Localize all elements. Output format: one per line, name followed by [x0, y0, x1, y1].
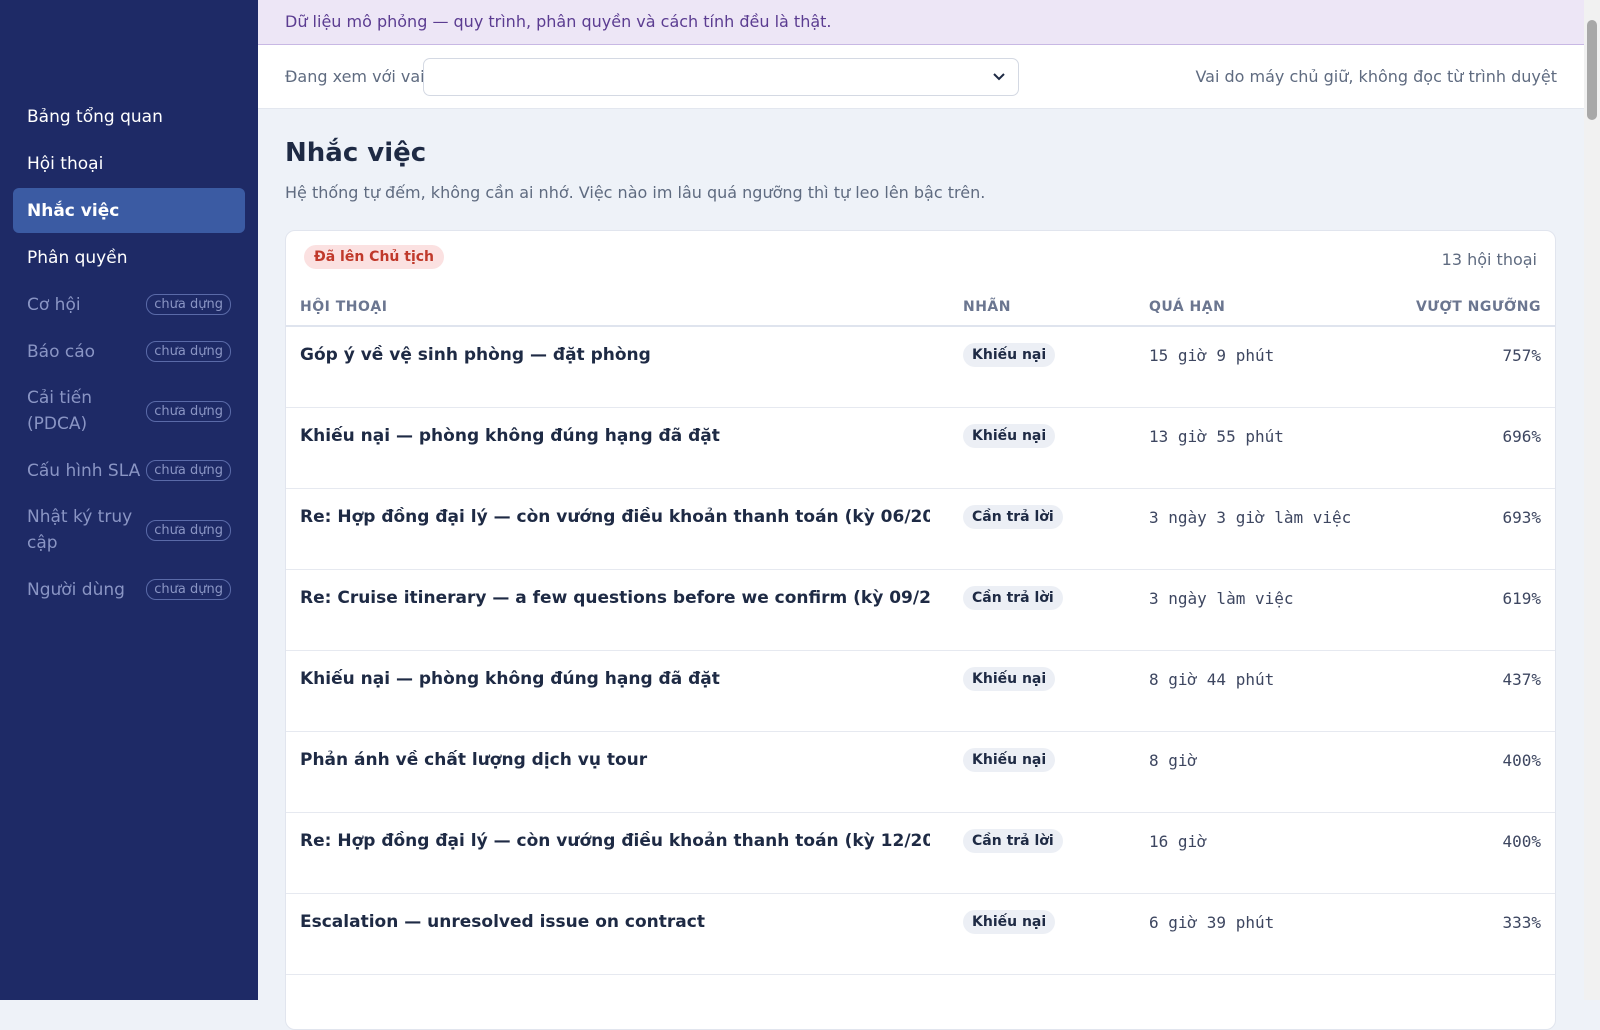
not-built-badge: chưa dựng: [146, 579, 231, 600]
page-title: Nhắc việc: [285, 138, 427, 168]
row-overdue: 3 ngày làm việc: [1149, 589, 1294, 608]
not-built-badge: chưa dựng: [146, 294, 231, 315]
row-exceed: 400%: [1502, 751, 1541, 770]
sidebar-item-reminders[interactable]: Nhắc việc: [13, 188, 245, 233]
row-title: Re: Hợp đồng đại lý — còn vướng điều kho…: [300, 831, 930, 851]
banner-text: Dữ liệu mô phỏng — quy trình, phân quyền…: [285, 12, 832, 31]
escalation-badge: Đã lên Chủ tịch: [304, 245, 445, 269]
table-row[interactable]: Escalation — unresolved issue on contrac…: [286, 894, 1555, 975]
sidebar-item-conversations[interactable]: Hội thoại: [13, 141, 245, 186]
not-built-badge: chưa dựng: [146, 400, 231, 422]
row-tag: Cần trả lời: [963, 829, 1063, 853]
row-title: Escalation — unresolved issue on contrac…: [300, 912, 705, 932]
row-title: Phản ánh về chất lượng dịch vụ tour: [300, 750, 648, 770]
sidebar-item-pdca[interactable]: Cải tiến (PDCA) chưa dựng: [13, 376, 245, 446]
table-row[interactable]: Phản ánh về chất lượng dịch vụ tour Khiế…: [286, 732, 1555, 813]
sidebar-item-label: Bảng tổng quan: [27, 106, 163, 127]
row-overdue: 13 giờ 55 phút: [1149, 427, 1284, 446]
row-exceed: 400%: [1502, 832, 1541, 851]
table-row[interactable]: Khiếu nại — phòng không đúng hạng đã đặt…: [286, 651, 1555, 732]
conversation-count: 13 hội thoại: [1441, 250, 1537, 269]
sidebar-item-label: Cải tiến (PDCA): [27, 388, 93, 434]
row-tag: Khiếu nại: [963, 748, 1056, 772]
row-exceed: 757%: [1502, 346, 1541, 365]
column-header-conversation: HỘI THOẠI: [300, 299, 388, 315]
row-tag: Cần trả lời: [963, 586, 1063, 610]
row-exceed: 693%: [1502, 508, 1541, 527]
row-overdue: 8 giờ: [1149, 751, 1198, 770]
sidebar-item-opportunities[interactable]: Cơ hội chưa dựng: [13, 282, 245, 327]
sidebar-item-label: Cấu hình SLA: [27, 460, 141, 481]
row-tag: Khiếu nại: [963, 910, 1056, 934]
sidebar-item-label: Nhắc việc: [27, 200, 120, 221]
role-bar: Đang xem với vai Vai do máy chủ giữ, khô…: [258, 45, 1584, 109]
sidebar-item-label: Cơ hội: [27, 294, 81, 315]
sidebar-item-access-log[interactable]: Nhật ký truy cập chưa dựng: [13, 495, 245, 565]
row-exceed: 619%: [1502, 589, 1541, 608]
row-tag: Khiếu nại: [963, 667, 1056, 691]
role-select[interactable]: [423, 58, 1019, 96]
sidebar-nav: Bảng tổng quan Hội thoại Nhắc việc Phân …: [13, 94, 245, 614]
row-tag: Khiếu nại: [963, 424, 1056, 448]
table-row[interactable]: Khiếu nại — phòng không đúng hạng đã đặt…: [286, 408, 1555, 489]
chevron-down-icon: [993, 73, 1005, 81]
not-built-badge: chưa dựng: [146, 460, 231, 481]
row-overdue: 16 giờ: [1149, 832, 1207, 851]
row-title: Góp ý về vệ sinh phòng — đặt phòng: [300, 345, 651, 365]
sidebar-item-users[interactable]: Người dùng chưa dựng: [13, 567, 245, 612]
row-title: Re: Hợp đồng đại lý — còn vướng điều kho…: [300, 507, 930, 527]
row-exceed: 437%: [1502, 670, 1541, 689]
row-title: Re: Cruise itinerary — a few questions b…: [300, 588, 930, 608]
sidebar-item-label: Hội thoại: [27, 153, 104, 174]
role-label: Đang xem với vai: [285, 67, 425, 86]
not-built-badge: chưa dựng: [146, 519, 231, 541]
main-content: Dữ liệu mô phỏng — quy trình, phân quyền…: [258, 0, 1584, 1030]
sidebar-item-label: Người dùng: [27, 579, 125, 600]
sidebar-item-permissions[interactable]: Phân quyền: [13, 235, 245, 280]
sidebar: Bảng tổng quan Hội thoại Nhắc việc Phân …: [0, 0, 258, 1000]
row-exceed: 333%: [1502, 913, 1541, 932]
row-overdue: 8 giờ 44 phút: [1149, 670, 1275, 689]
table-header: HỘI THOẠI NHÃN QUÁ HẠN VƯỢT NGƯỠNG: [286, 287, 1555, 327]
row-title: Khiếu nại — phòng không đúng hạng đã đặt: [300, 426, 720, 446]
row-tag: Cần trả lời: [963, 505, 1063, 529]
sidebar-item-dashboard[interactable]: Bảng tổng quan: [13, 94, 245, 139]
row-exceed: 696%: [1502, 427, 1541, 446]
scrollbar-thumb[interactable]: [1587, 20, 1597, 120]
table-row[interactable]: Góp ý về vệ sinh phòng — đặt phòng Khiếu…: [286, 327, 1555, 408]
row-overdue: 6 giờ 39 phút: [1149, 913, 1275, 932]
row-title: Khiếu nại — phòng không đúng hạng đã đặt: [300, 669, 720, 689]
sidebar-item-label: Nhật ký truy cập: [27, 507, 133, 553]
table-row[interactable]: Re: Hợp đồng đại lý — còn vướng điều kho…: [286, 813, 1555, 894]
escalation-card: Đã lên Chủ tịch 13 hội thoại HỘI THOẠI N…: [285, 230, 1556, 1030]
sidebar-item-label: Báo cáo: [27, 341, 96, 362]
simulation-banner: Dữ liệu mô phỏng — quy trình, phân quyền…: [258, 0, 1584, 45]
table-row[interactable]: Re: Hợp đồng đại lý — còn vướng điều kho…: [286, 489, 1555, 570]
column-header-overdue: QUÁ HẠN: [1149, 299, 1226, 315]
sidebar-item-reports[interactable]: Báo cáo chưa dựng: [13, 329, 245, 374]
role-note: Vai do máy chủ giữ, không đọc từ trình d…: [1195, 67, 1557, 86]
sidebar-item-label: Phân quyền: [27, 247, 128, 268]
row-overdue: 15 giờ 9 phút: [1149, 346, 1275, 365]
sidebar-item-sla-config[interactable]: Cấu hình SLA chưa dựng: [13, 448, 245, 493]
table-row[interactable]: Re: Cruise itinerary — a few questions b…: [286, 570, 1555, 651]
column-header-exceed: VƯỢT NGƯỠNG: [1415, 299, 1541, 315]
not-built-badge: chưa dựng: [146, 341, 231, 362]
table-body: Góp ý về vệ sinh phòng — đặt phòng Khiếu…: [286, 327, 1555, 975]
row-overdue: 3 ngày 3 giờ làm việc: [1149, 508, 1352, 527]
row-tag: Khiếu nại: [963, 343, 1056, 367]
column-header-label: NHÃN: [963, 299, 1011, 315]
page-scrollbar[interactable]: [1584, 0, 1600, 1000]
page-subtitle: Hệ thống tự đếm, không cần ai nhớ. Việc …: [285, 183, 986, 202]
